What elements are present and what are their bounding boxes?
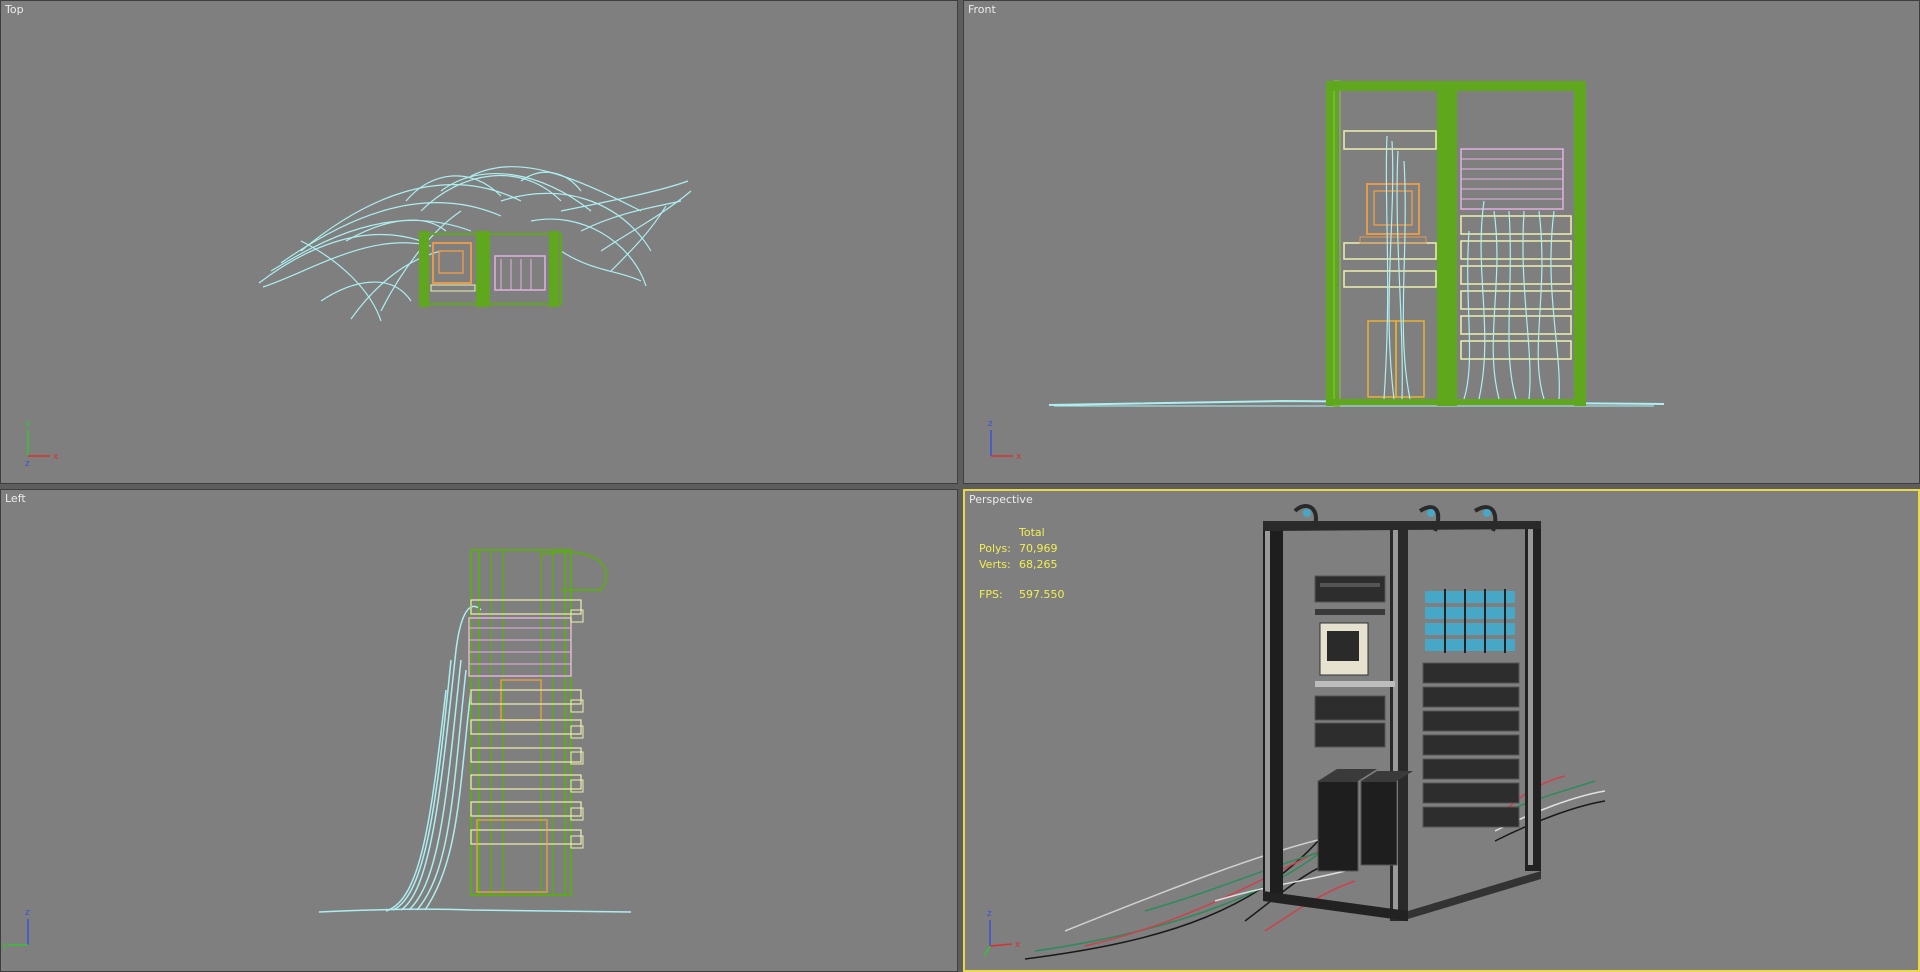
top-rack bbox=[419, 231, 562, 307]
viewport-front[interactable]: Front z x bbox=[963, 0, 1920, 484]
front-rack bbox=[1326, 80, 1586, 407]
persp-patch-panel bbox=[1425, 589, 1515, 653]
axis-label-x: x bbox=[1015, 940, 1021, 950]
top-view-scene: y x z bbox=[25, 166, 692, 469]
left-rack bbox=[468, 549, 608, 896]
axis-label-y: y bbox=[25, 419, 31, 429]
axis-gizmo-front: z x bbox=[988, 419, 1022, 462]
axis-gizmo-top: y x z bbox=[25, 419, 59, 469]
left-view-scene: z y bbox=[2, 549, 632, 951]
axis-label-z: z bbox=[25, 459, 30, 469]
axis-label-z: z bbox=[25, 908, 30, 918]
axis-label-x: x bbox=[1016, 452, 1022, 462]
axis-label-z: z bbox=[987, 909, 992, 919]
axis-label-z: z bbox=[988, 419, 993, 429]
axis-label-y: y bbox=[2, 941, 8, 951]
axis-label-x: x bbox=[53, 452, 59, 462]
top-cables bbox=[258, 166, 692, 322]
front-view-scene: z x bbox=[988, 80, 1665, 462]
perspective-scene: z x bbox=[983, 504, 1606, 960]
axis-gizmo-left: z y bbox=[2, 908, 30, 951]
viewport-perspective[interactable]: Perspective Total Polys: 70,969 Verts: 68,… bbox=[963, 489, 1920, 972]
viewport-left[interactable]: Left z y bbox=[0, 489, 958, 972]
viewport-top[interactable]: Top y x z bbox=[0, 0, 958, 484]
axis-gizmo-perspective: z x bbox=[983, 909, 1021, 957]
